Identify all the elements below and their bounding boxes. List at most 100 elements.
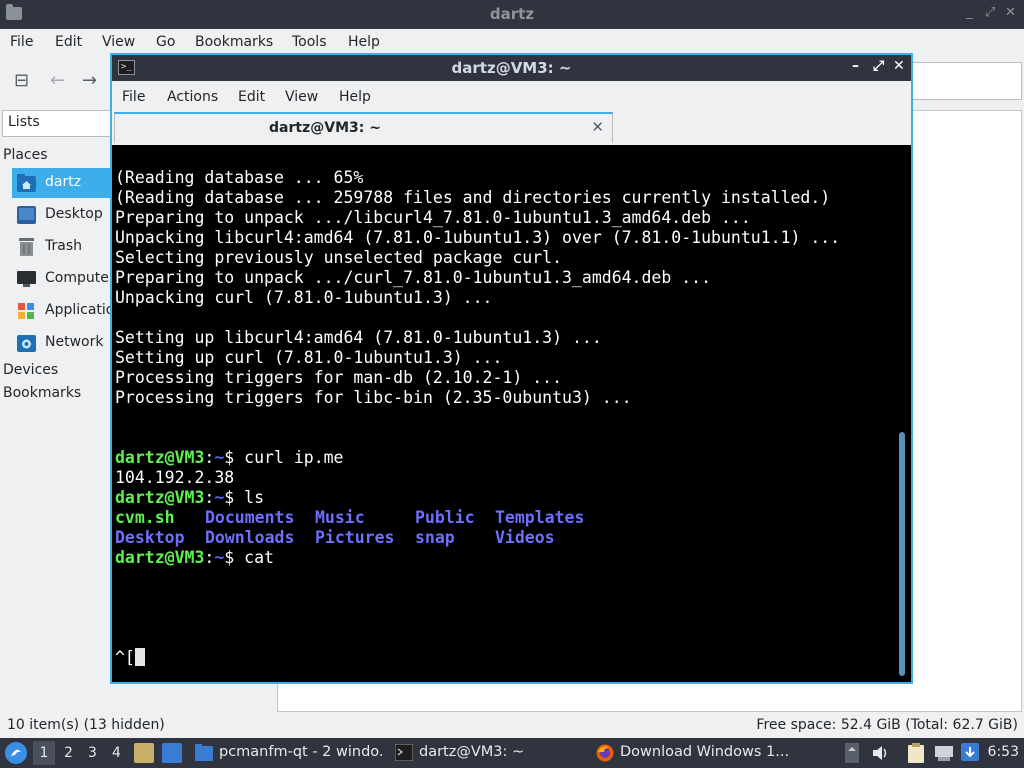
bookmarks-header[interactable]: Bookmarks [3,385,81,401]
sidebar-item-trash[interactable]: Trash [12,232,112,262]
menu-edit[interactable]: Edit [55,34,82,50]
maximize-icon[interactable]: ⤢ [985,5,995,20]
side-pane-mode-select[interactable]: Lists [2,110,112,137]
menu-file[interactable]: File [10,34,33,50]
menu-file[interactable]: File [122,89,145,105]
task-terminal[interactable]: dartz@VM3: ~ [395,740,585,766]
devices-header[interactable]: Devices [3,362,58,378]
minimize-icon[interactable]: – [852,58,859,74]
terminal-line: Unpacking libcurl4:amd64 (7.81.0-1ubuntu… [115,228,841,247]
prompt-colon: : [204,488,215,507]
command-text: ls [244,488,265,507]
file-manager-launcher-icon[interactable] [134,743,154,763]
terminal-titlebar[interactable]: >_ dartz@VM3: ~ – ⤢ ✕ [112,55,911,81]
workspace-1[interactable]: 1 [33,741,55,765]
sidebar-item-label: Trash [45,238,82,254]
trash-icon [17,238,36,256]
applications-icon [17,302,36,320]
prompt-dollar: $ [224,548,245,567]
ls-entry-dir: Public [415,508,475,527]
terminal-prompt-line: dartz@VM3:~$ curl ip.me [115,448,344,468]
menu-help[interactable]: Help [339,89,371,105]
menu-view[interactable]: View [102,34,135,50]
menu-actions[interactable]: Actions [167,89,218,105]
task-label: pcmanfm-qt - 2 windo... [219,744,385,760]
workspace-4[interactable]: 4 [112,745,121,761]
scroll-indicator-icon[interactable] [845,743,863,763]
sidebar-item-applications[interactable]: Applications [12,296,131,326]
sidebar-item-label: Computer [45,270,115,286]
command-text: cat [244,548,274,567]
prompt-path: ~ [214,448,225,467]
sidebar-item-label: Network [45,334,104,350]
task-firefox[interactable]: Download Windows 1... [596,740,796,766]
places-header[interactable]: Places [3,147,48,163]
volume-icon[interactable] [871,743,889,763]
close-icon[interactable]: ✕ [893,58,905,74]
file-manager-title: dartz [489,5,535,23]
terminal-prompt-line: dartz@VM3:~$ ls [115,488,264,508]
tab-terminal[interactable]: dartz@VM3: ~ ✕ [114,112,613,143]
workspace-2[interactable]: 2 [64,745,73,761]
new-window-icon[interactable]: ⊟ [14,70,29,91]
terminal-scrollbar[interactable] [899,432,905,676]
terminal-line: Preparing to unpack .../curl_7.81.0-1ubu… [115,268,712,287]
network-tray-icon[interactable] [934,743,953,763]
terminal-window: >_ dartz@VM3: ~ – ⤢ ✕ File Actions Edit … [110,53,913,684]
minimize-icon[interactable]: _ [966,5,973,20]
task-label: Download Windows 1... [620,744,790,760]
terminal-line: (Reading database ... 259788 files and d… [115,188,831,207]
prompt-colon: : [204,448,215,467]
terminal-line: Setting up curl (7.81.0-1ubuntu1.3) ... [115,348,503,367]
file-view-pane-bottom[interactable] [277,682,913,712]
start-menu-icon[interactable] [5,742,27,764]
computer-icon [17,270,36,288]
menu-edit[interactable]: Edit [238,89,265,105]
menu-view[interactable]: View [285,89,318,105]
network-icon [17,334,36,352]
updates-icon[interactable] [961,743,979,763]
menu-go[interactable]: Go [156,34,175,50]
menu-bookmarks[interactable]: Bookmarks [195,34,273,50]
menu-tools[interactable]: Tools [292,34,327,50]
clipboard-icon[interactable] [907,743,925,763]
desktop-icon [17,206,36,224]
path-bar[interactable] [912,62,1022,100]
ls-entry-dir: Music [315,508,365,527]
ls-entry-dir: Pictures [315,528,395,547]
ls-entry-dir: Downloads [205,528,295,547]
prompt-dollar: $ [224,488,245,507]
folder-icon [195,744,213,761]
sidebar-item-network[interactable]: Network [12,328,112,358]
back-arrow-icon[interactable]: ← [50,70,65,91]
menu-help[interactable]: Help [348,34,380,50]
terminal-title: dartz@VM3: ~ [451,59,572,77]
show-desktop-icon[interactable] [162,743,182,763]
file-view-pane[interactable] [912,110,1022,712]
command-text: curl ip.me [244,448,344,467]
close-icon[interactable]: ✕ [1005,5,1016,20]
terminal-icon [395,743,414,762]
terminal-line: Unpacking curl (7.81.0-1ubuntu1.3) ... [115,288,493,307]
maximize-icon[interactable]: ⤢ [873,58,884,74]
tab-label: dartz@VM3: ~ [269,120,381,136]
sidebar-item-desktop[interactable]: Desktop [12,200,112,230]
tab-close-icon[interactable]: ✕ [591,118,604,136]
clock[interactable]: 6:53 [988,744,1019,760]
task-pcmanfm[interactable]: pcmanfm-qt - 2 windo... [195,740,385,766]
file-manager-titlebar: dartz _ ⤢ ✕ [0,0,1024,29]
prompt-dollar: $ [224,448,245,467]
prompt-path: ~ [214,548,225,567]
home-folder-icon [17,174,36,192]
terminal-prompt-line: dartz@VM3:~$ cat [115,548,274,568]
ls-entry-dir: Desktop [115,528,185,547]
forward-arrow-icon[interactable]: → [82,70,97,91]
terminal-screen[interactable]: (Reading database ... 65% (Reading datab… [112,145,911,682]
side-pane-mode-label: Lists [8,114,40,130]
ls-entry-dir: snap [415,528,455,547]
sidebar-item-computer[interactable]: Computer [12,264,115,294]
sidebar-item-dartz[interactable]: dartz [12,168,112,198]
workspace-3[interactable]: 3 [88,745,97,761]
terminal-line: (Reading database ... 65% [115,168,364,187]
terminal-input-line: ^[ [115,648,145,668]
